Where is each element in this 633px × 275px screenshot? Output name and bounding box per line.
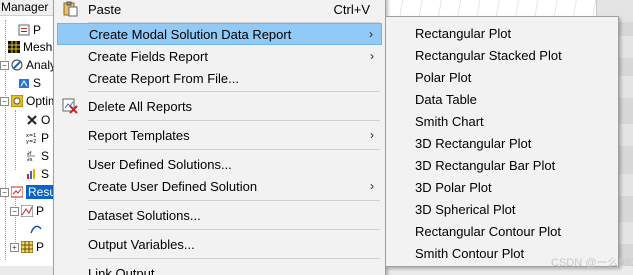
- menu-separator: [88, 149, 380, 150]
- menu-item-user-defined-solutions[interactable]: User Defined Solutions...: [57, 153, 382, 175]
- menu-item-paste[interactable]: Paste Ctrl+V: [57, 0, 382, 20]
- menu-item-label: Create Report From File...: [88, 70, 239, 86]
- collapse-icon[interactable]: −: [10, 206, 19, 216]
- menu-item-output-variables[interactable]: Output Variables...: [57, 233, 382, 255]
- tree-item[interactable]: − Analy: [0, 55, 56, 75]
- collapse-icon[interactable]: −: [0, 60, 9, 70]
- context-menu: Paste Ctrl+V Create Modal Solution Data …: [53, 0, 386, 275]
- table-icon: [20, 240, 34, 254]
- report-icon: [18, 24, 30, 36]
- analysis-icon: [11, 59, 23, 71]
- submenu-item-smith-chart[interactable]: Smith Chart: [389, 110, 615, 132]
- tree-item-label: S: [41, 167, 50, 181]
- menu-item-label: Delete All Reports: [88, 98, 193, 114]
- submenu-arrow-icon: ›: [370, 179, 374, 193]
- expand-icon[interactable]: +: [10, 242, 19, 252]
- project-manager-panel: Manager P Mesh − Analy S − Optim O x=1 y…: [0, 0, 56, 275]
- menu-separator: [88, 258, 380, 259]
- submenu-item-data-table[interactable]: Data Table: [389, 88, 615, 110]
- create-modal-report-submenu: Rectangular Plot Rectangular Stacked Plo…: [385, 16, 619, 267]
- menu-item-report-templates[interactable]: Report Templates ›: [57, 124, 382, 146]
- tree-item[interactable]: ∂f ∂x S: [26, 146, 49, 166]
- parametric-icon: x=1 y=2: [26, 132, 38, 145]
- menu-separator: [88, 200, 380, 201]
- tree-item-label: P: [36, 204, 45, 218]
- menu-item-label: Link Output: [88, 265, 155, 275]
- tree-item-label: Mesh: [23, 40, 53, 54]
- menu-item-label: Create Modal Solution Data Report: [89, 26, 292, 42]
- menu-item-create-modal-solution-data-report[interactable]: Create Modal Solution Data Report ›: [57, 23, 382, 45]
- optimetrics-icon: [10, 94, 24, 108]
- tree-item-label: Optim: [26, 94, 56, 108]
- menu-item-label: Output Variables...: [88, 236, 195, 252]
- tree-item-label: O: [41, 113, 51, 127]
- tree-item-results[interactable]: − Resu: [0, 182, 55, 202]
- shortcut-text: Ctrl+V: [333, 1, 370, 17]
- menu-item-create-fields-report[interactable]: Create Fields Report ›: [57, 45, 382, 67]
- tree-item-label: P: [36, 240, 45, 254]
- setup-icon: [18, 77, 30, 89]
- tree-item[interactable]: S: [26, 164, 49, 184]
- tree-item-label: S: [41, 149, 50, 163]
- menu-separator: [88, 229, 380, 230]
- plot-icon: [20, 204, 34, 218]
- tree-item[interactable]: x=1 y=2 P: [26, 128, 49, 148]
- tree-item[interactable]: − P: [10, 201, 44, 221]
- menu-item-label: Create User Defined Solution: [88, 178, 258, 194]
- menu-item-delete-all-reports[interactable]: Delete All Reports: [57, 95, 382, 117]
- tree-item[interactable]: − Optim: [0, 91, 56, 111]
- tree-item-label: P: [33, 23, 42, 37]
- collapse-icon[interactable]: −: [0, 187, 9, 197]
- menu-separator: [88, 120, 380, 121]
- submenu-item-polar-plot[interactable]: Polar Plot: [389, 66, 615, 88]
- panel-header: Manager: [0, 0, 55, 16]
- submenu-item-3d-spherical-plot[interactable]: 3D Spherical Plot: [389, 198, 615, 220]
- menu-item-dataset-solutions[interactable]: Dataset Solutions...: [57, 204, 382, 226]
- collapse-icon[interactable]: −: [0, 96, 9, 106]
- submenu-arrow-icon: ›: [369, 27, 373, 41]
- tree-item-label: S: [33, 76, 42, 90]
- tree-item-label: P: [41, 131, 50, 145]
- svg-text:y=2: y=2: [26, 139, 36, 144]
- menu-separator: [88, 91, 380, 92]
- tree-item[interactable]: O: [26, 110, 50, 130]
- statistical-icon: [26, 168, 38, 180]
- menu-item-link-output[interactable]: Link Output: [57, 262, 382, 275]
- sensitivity-icon: ∂f ∂x: [26, 150, 38, 163]
- tree-item[interactable]: Mesh: [8, 37, 52, 57]
- mesh-icon: [8, 41, 20, 53]
- menu-item-label: User Defined Solutions...: [88, 156, 232, 172]
- tree-item[interactable]: + P: [10, 237, 44, 257]
- paste-icon: [57, 0, 82, 20]
- tree-item-label: Resu: [26, 185, 55, 199]
- submenu-item-3d-rectangular-plot[interactable]: 3D Rectangular Plot: [389, 132, 615, 154]
- menu-item-create-report-from-file[interactable]: Create Report From File...: [57, 67, 382, 89]
- menu-item-label: Report Templates: [88, 127, 190, 143]
- svg-text:∂x: ∂x: [27, 157, 33, 162]
- submenu-item-rectangular-stacked-plot[interactable]: Rectangular Stacked Plot: [389, 44, 615, 66]
- watermark: CSDN @一么993: [551, 257, 633, 269]
- menu-item-label: Create Fields Report: [88, 48, 208, 64]
- menu-item-create-user-defined-solution[interactable]: Create User Defined Solution ›: [57, 175, 382, 197]
- submenu-item-3d-polar-plot[interactable]: 3D Polar Plot: [389, 176, 615, 198]
- results-icon: [10, 186, 24, 198]
- sub-icon: [30, 223, 42, 235]
- delete-reports-icon: [57, 95, 82, 117]
- submenu-arrow-icon: ›: [370, 128, 374, 142]
- menu-item-label: Dataset Solutions...: [88, 207, 201, 223]
- tree-item[interactable]: [30, 219, 45, 239]
- optimization-icon: [26, 114, 38, 126]
- submenu-item-3d-rectangular-bar-plot[interactable]: 3D Rectangular Bar Plot: [389, 154, 615, 176]
- submenu-item-rectangular-plot[interactable]: Rectangular Plot: [389, 22, 615, 44]
- tree-item[interactable]: S: [18, 73, 41, 93]
- submenu-arrow-icon: ›: [370, 49, 374, 63]
- menu-item-label: Paste: [88, 1, 122, 17]
- tree-item-label: Analy: [26, 58, 56, 72]
- submenu-item-rectangular-contour-plot[interactable]: Rectangular Contour Plot: [389, 220, 615, 242]
